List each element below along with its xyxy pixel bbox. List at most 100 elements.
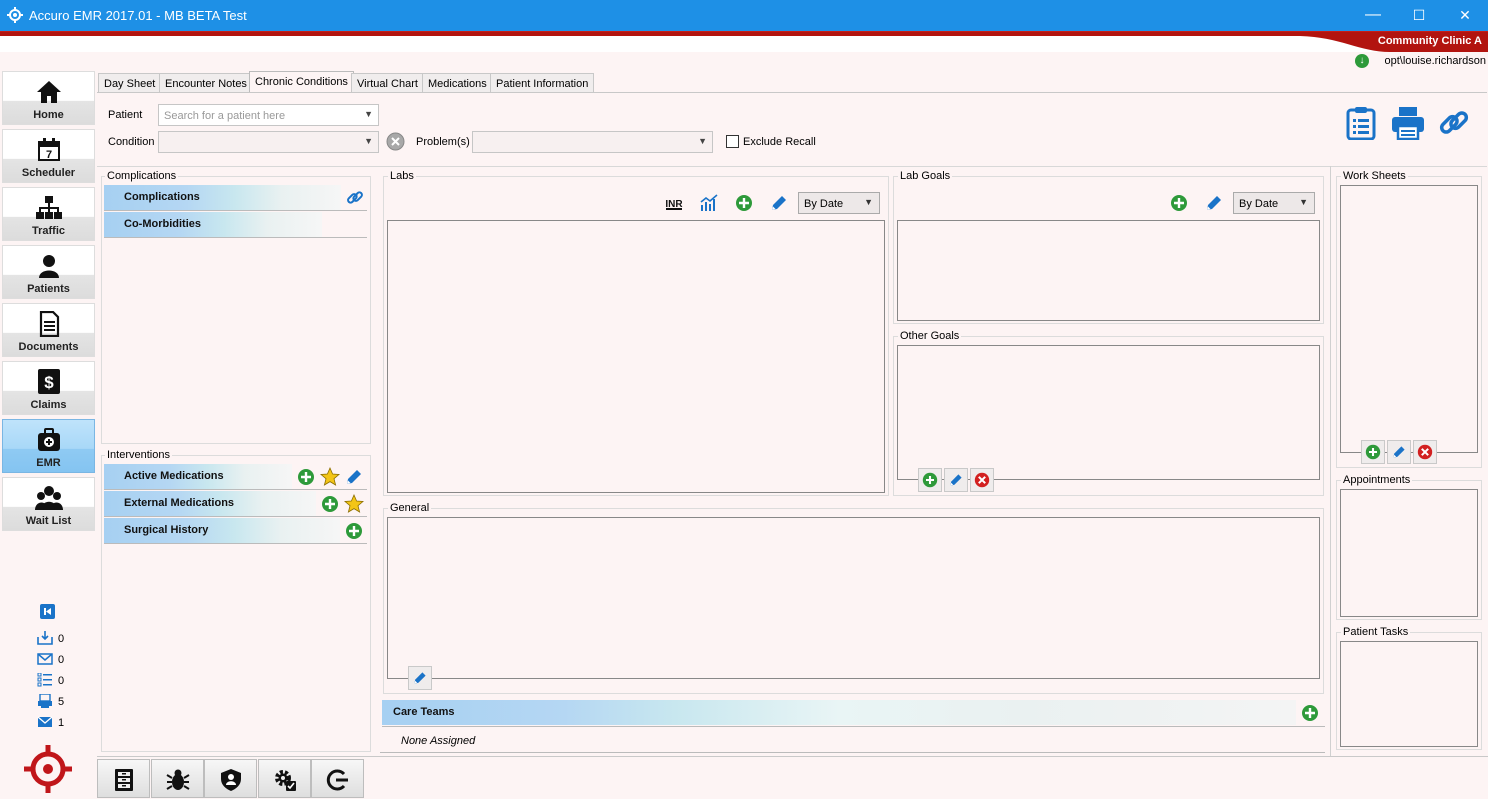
patient-search-placeholder: Search for a patient here xyxy=(164,110,286,122)
edit-lab-goal-icon[interactable] xyxy=(1204,193,1224,213)
inr-icon[interactable]: INR xyxy=(664,193,684,213)
lab-goals-sort-select[interactable]: By Date ▼ xyxy=(1233,192,1315,214)
star-icon[interactable] xyxy=(344,494,364,514)
patient-tasks-title: Patient Tasks xyxy=(1341,626,1411,638)
tab-virtual-chart[interactable]: Virtual Chart xyxy=(351,73,424,93)
patient-label: Patient xyxy=(108,109,143,121)
counter-mail[interactable]: 0 xyxy=(37,652,97,668)
svg-text:$: $ xyxy=(44,373,54,392)
active-medications-row[interactable]: Active Medications xyxy=(104,464,367,490)
nav-label: Scheduler xyxy=(21,167,76,179)
other-goals-list[interactable] xyxy=(897,345,1320,480)
add-icon xyxy=(1365,444,1381,460)
add-lab-icon[interactable] xyxy=(734,193,754,213)
add-other-goal-button[interactable] xyxy=(918,468,942,492)
brand-band xyxy=(0,31,1488,52)
exclude-recall-checkbox[interactable] xyxy=(726,135,739,148)
tab-chronic-conditions[interactable]: Chronic Conditions xyxy=(249,71,354,93)
patient-tasks-list[interactable] xyxy=(1340,641,1478,747)
lab-goals-sort-value: By Date xyxy=(1239,198,1279,210)
minimize-button[interactable]: — xyxy=(1350,0,1396,31)
add-care-team-icon[interactable] xyxy=(1300,703,1320,723)
edit-work-sheet-button[interactable] xyxy=(1387,440,1411,464)
star-icon[interactable] xyxy=(320,467,340,487)
nav-claims[interactable]: $ Claims xyxy=(2,361,95,415)
appointments-list[interactable] xyxy=(1340,489,1478,617)
print-icon[interactable] xyxy=(1391,106,1425,140)
traffic-icon xyxy=(36,196,62,219)
labs-list[interactable] xyxy=(387,220,885,493)
security-button[interactable] xyxy=(204,759,257,798)
add-icon[interactable] xyxy=(296,467,316,487)
calendar-icon: 7 xyxy=(38,138,60,161)
tab-medications[interactable]: Medications xyxy=(422,73,493,93)
nav-patients[interactable]: Patients xyxy=(2,245,95,299)
complications-title: Complications xyxy=(105,170,179,182)
edit-other-goal-button[interactable] xyxy=(944,468,968,492)
nav-documents[interactable]: Documents xyxy=(2,303,95,357)
add-lab-goal-icon[interactable] xyxy=(1169,193,1189,213)
labs-sort-select[interactable]: By Date ▼ xyxy=(798,192,880,214)
care-teams-empty: None Assigned xyxy=(401,735,476,747)
chevron-down-icon: ▼ xyxy=(364,136,373,146)
nav-label: Patients xyxy=(27,283,70,295)
co-morbidities-row[interactable]: Co-Morbidities xyxy=(104,212,367,238)
nav-wait-list[interactable]: Wait List xyxy=(2,477,95,531)
trend-chart-icon[interactable] xyxy=(699,193,719,213)
remove-work-sheet-button[interactable] xyxy=(1413,440,1437,464)
complications-row[interactable]: Complications xyxy=(104,185,367,211)
nav-home[interactable]: Home xyxy=(2,71,95,125)
remove-other-goal-button[interactable] xyxy=(970,468,994,492)
nav-emr[interactable]: EMR xyxy=(2,419,95,473)
edit-general-button[interactable] xyxy=(408,666,432,690)
nav-traffic[interactable]: Traffic xyxy=(2,187,95,241)
general-notes[interactable] xyxy=(387,517,1320,679)
add-work-sheet-button[interactable] xyxy=(1361,440,1385,464)
patient-search-input[interactable]: Search for a patient here ▼ xyxy=(158,104,379,126)
condition-select[interactable]: ▼ xyxy=(158,131,379,153)
clipboard-icon[interactable] xyxy=(1346,106,1376,140)
document-icon xyxy=(39,311,60,337)
row-label: Co-Morbidities xyxy=(104,212,322,237)
add-icon[interactable] xyxy=(344,521,364,541)
clear-condition-icon[interactable] xyxy=(386,132,405,151)
care-teams-row[interactable]: Care Teams xyxy=(382,700,1325,727)
work-sheets-list[interactable] xyxy=(1340,185,1478,453)
collapse-nav-icon[interactable] xyxy=(40,604,55,619)
edit-icon[interactable] xyxy=(344,467,364,487)
counter-inbox[interactable]: 0 xyxy=(37,631,97,647)
remove-icon xyxy=(974,472,990,488)
add-icon[interactable] xyxy=(320,494,340,514)
logout-button[interactable] xyxy=(311,759,364,798)
patient-icon xyxy=(39,255,59,278)
interventions-title: Interventions xyxy=(105,449,172,461)
print-queue-icon xyxy=(38,694,52,708)
download-icon[interactable]: ↓ xyxy=(1355,54,1369,68)
maximize-button[interactable]: ☐ xyxy=(1396,0,1442,31)
counter-print-queue[interactable]: 5 xyxy=(37,694,97,710)
bug-report-button[interactable] xyxy=(151,759,204,798)
row-label: External Medications xyxy=(104,491,316,516)
settings-button[interactable] xyxy=(258,759,311,798)
surgical-history-row[interactable]: Surgical History xyxy=(104,518,367,544)
link-icon[interactable] xyxy=(1437,106,1471,140)
lab-goals-list[interactable] xyxy=(897,220,1320,321)
medical-bag-icon xyxy=(38,428,60,451)
tab-day-sheet[interactable]: Day Sheet xyxy=(98,73,162,93)
problems-select[interactable]: ▼ xyxy=(472,131,713,153)
close-button[interactable]: ✕ xyxy=(1442,0,1488,31)
chevron-down-icon: ▼ xyxy=(698,136,707,146)
nav-label: EMR xyxy=(36,457,61,469)
counter-tasks[interactable]: 0 xyxy=(37,673,97,689)
tab-encounter-notes[interactable]: Encounter Notes xyxy=(159,73,253,93)
other-goals-title: Other Goals xyxy=(898,330,962,342)
counter-value: 5 xyxy=(58,696,65,708)
nav-scheduler[interactable]: 7 Scheduler xyxy=(2,129,95,183)
edit-lab-icon[interactable] xyxy=(769,193,789,213)
tab-patient-information[interactable]: Patient Information xyxy=(490,73,595,93)
external-medications-row[interactable]: External Medications xyxy=(104,491,367,517)
link-icon[interactable] xyxy=(345,188,365,208)
cabinet-button[interactable] xyxy=(97,759,150,798)
general-title: General xyxy=(388,502,432,514)
counter-messages[interactable]: 1 xyxy=(37,715,97,731)
